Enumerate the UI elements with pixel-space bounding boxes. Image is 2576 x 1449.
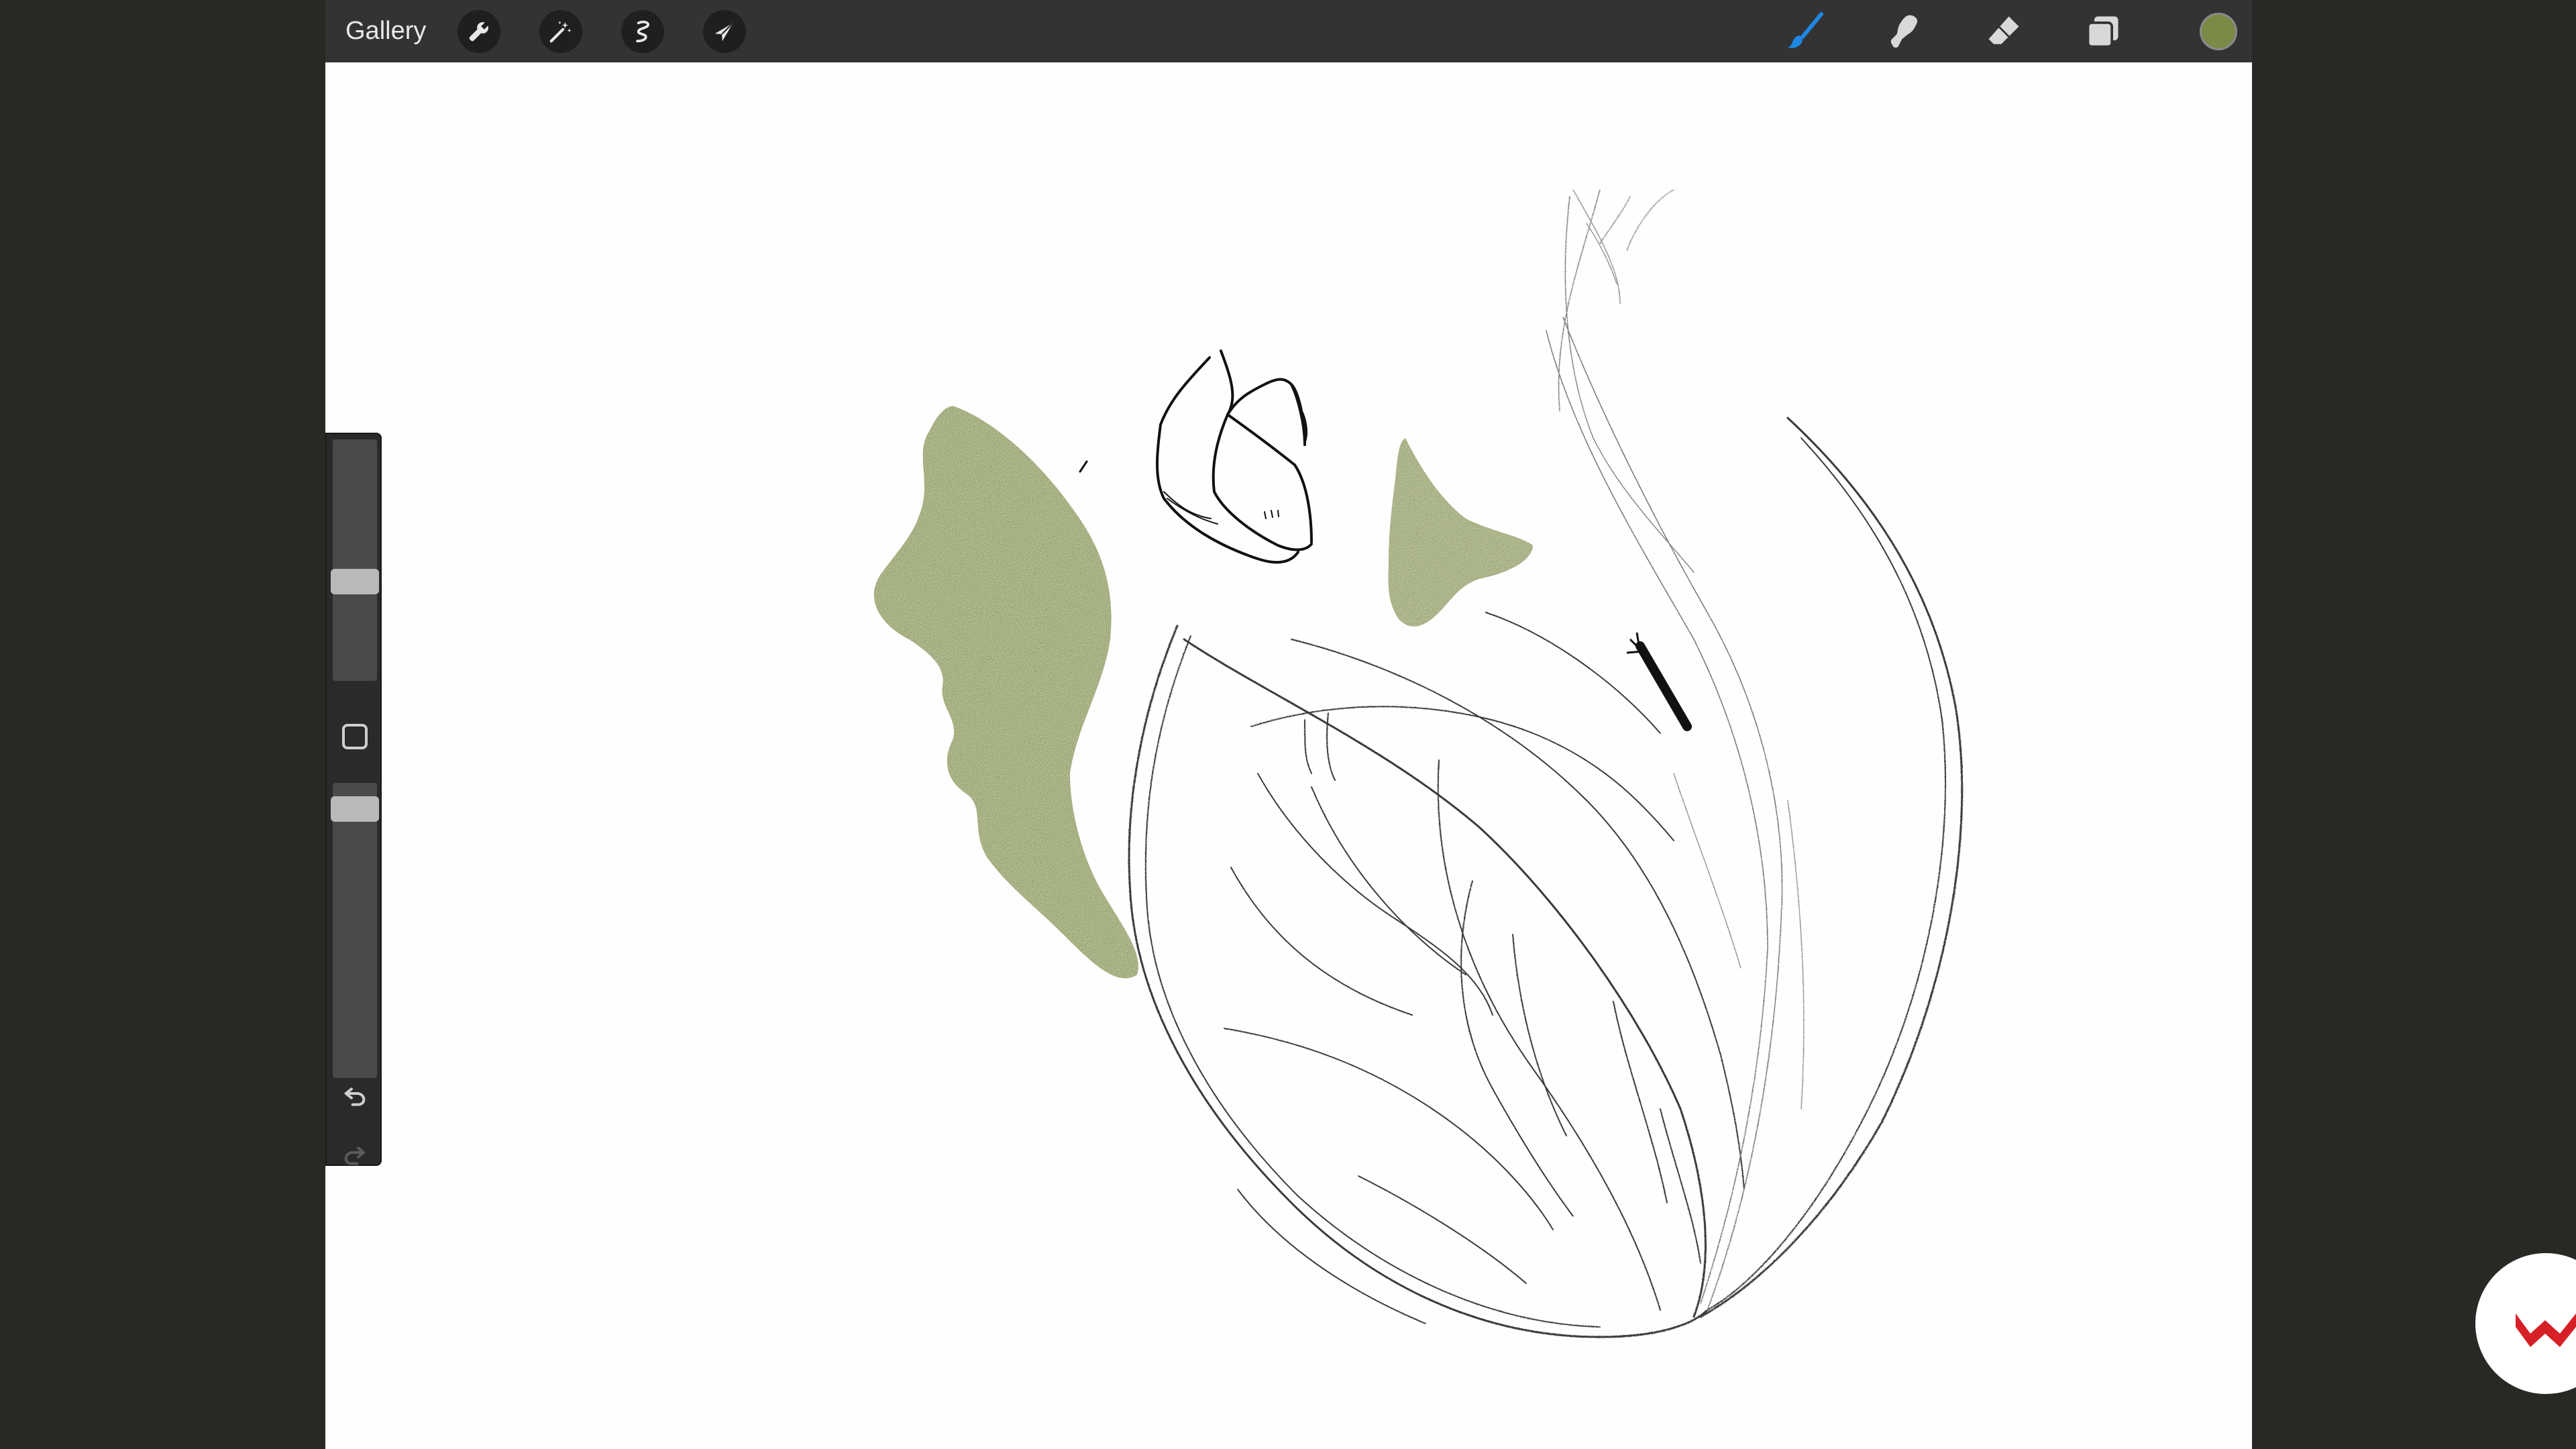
brush-cursor (1626, 632, 1692, 731)
color-picker-button[interactable] (2200, 13, 2237, 50)
drawing-canvas[interactable] (325, 62, 2252, 1449)
brush-size-slider[interactable] (333, 439, 377, 681)
transform-button[interactable] (703, 10, 746, 53)
layers-button[interactable] (2079, 7, 2127, 56)
undo-button[interactable] (336, 1078, 374, 1116)
brush-tool-button[interactable] (1781, 7, 1829, 56)
magic-wand-icon (549, 21, 572, 43)
left-backdrop (0, 0, 325, 1449)
wrench-icon (469, 22, 488, 42)
adjustments-button[interactable] (539, 10, 582, 53)
artwork (873, 189, 1964, 1338)
ink-sketch (1079, 350, 1313, 564)
selection-button[interactable] (621, 10, 664, 53)
brush-icon (1788, 12, 1823, 48)
pencil-sketch (1128, 189, 1964, 1338)
undo-icon (344, 1087, 366, 1106)
paint-blob-small (1388, 438, 1533, 627)
opacity-slider[interactable] (333, 783, 377, 1078)
right-backdrop (2252, 0, 2576, 1449)
modifier-square-icon[interactable] (342, 724, 368, 749)
left-sidebar (325, 433, 382, 1166)
redo-button[interactable] (336, 1137, 374, 1175)
smudge-icon (1890, 15, 1918, 48)
opacity-thumb[interactable] (331, 796, 379, 822)
move-arrow-icon (714, 22, 734, 42)
layers-icon (2086, 16, 2118, 48)
eraser-icon (1988, 16, 2019, 44)
actions-button[interactable] (458, 10, 500, 53)
paint-blob-large (873, 406, 1138, 979)
eraser-tool-button[interactable] (1980, 7, 2028, 56)
brush-size-thumb[interactable] (331, 569, 379, 595)
redo-icon (344, 1146, 366, 1165)
gallery-button[interactable]: Gallery (345, 0, 426, 62)
top-toolbar: Gallery (325, 0, 2252, 62)
selection-icon (636, 20, 649, 43)
smudge-tool-button[interactable] (1880, 7, 1929, 56)
